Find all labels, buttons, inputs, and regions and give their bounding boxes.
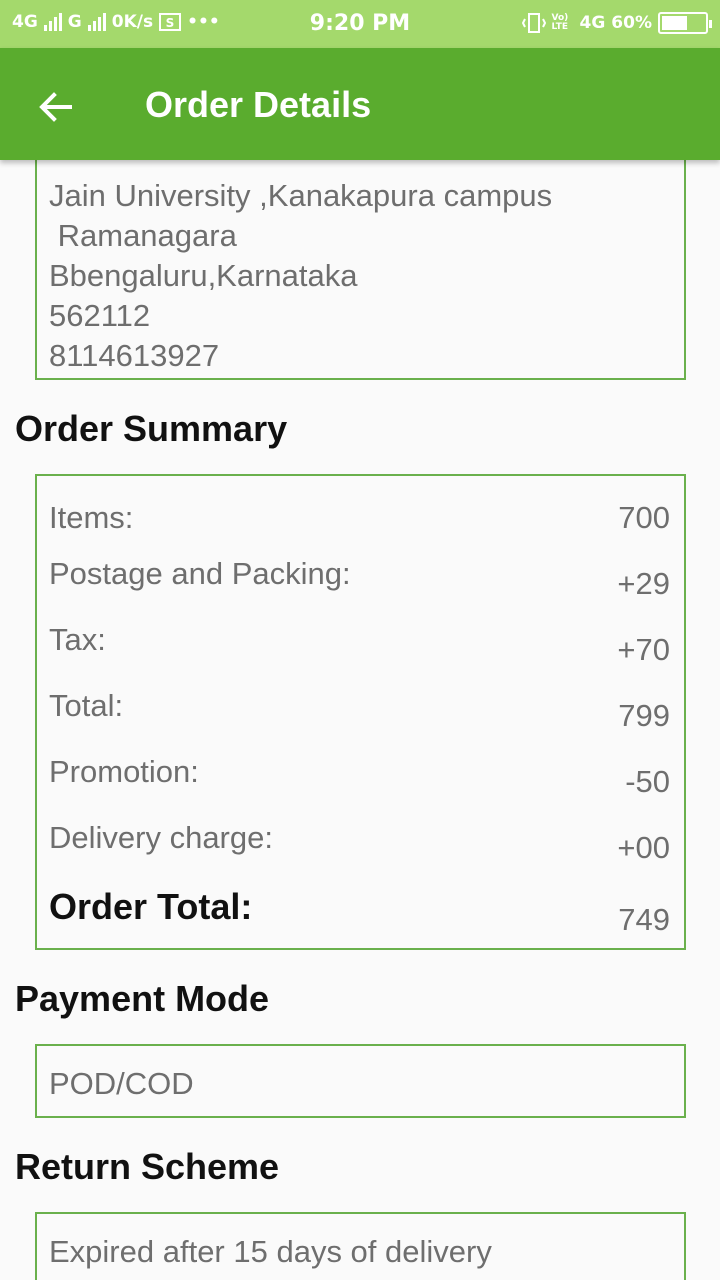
summary-label: Items: xyxy=(49,500,134,535)
battery-percent: 60% xyxy=(611,13,652,33)
app-bar: Order Details xyxy=(0,48,720,160)
address-box: Jain University ,Kanakapura campus Raman… xyxy=(35,160,686,380)
summary-value: 799 xyxy=(618,698,670,733)
back-arrow-icon xyxy=(39,92,72,122)
battery-level xyxy=(662,16,688,30)
address-line: 8114613927 xyxy=(49,338,220,373)
order-total-label: Order Total: xyxy=(49,886,253,927)
summary-label: Delivery charge: xyxy=(49,820,273,855)
return-scheme-box: Expired after 15 days of delivery xyxy=(35,1212,686,1280)
payment-mode-title: Payment Mode xyxy=(15,978,270,1019)
address-line: Bbengaluru,Karnataka xyxy=(49,258,358,293)
page-title: Order Details xyxy=(145,84,372,125)
payment-mode-box: POD/COD xyxy=(35,1044,686,1118)
volte-indicator: Vo) LTE xyxy=(551,13,569,32)
order-total-value: 749 xyxy=(618,902,670,937)
summary-value: +70 xyxy=(617,632,670,667)
status-right: Vo) LTE 4G 60% xyxy=(521,12,712,34)
return-scheme-title: Return Scheme xyxy=(15,1146,280,1187)
battery-icon xyxy=(658,12,712,34)
address-line: Ramanagara xyxy=(49,218,237,253)
payment-mode-value: POD/COD xyxy=(49,1066,194,1101)
summary-label: Total: xyxy=(49,688,124,723)
vibrate-icon xyxy=(521,13,546,33)
summary-value: -50 xyxy=(625,764,670,799)
order-details-content[interactable]: Jain University ,Kanakapura campus Raman… xyxy=(0,160,720,1280)
return-scheme-value: Expired after 15 days of delivery xyxy=(49,1234,492,1269)
order-summary-title: Order Summary xyxy=(15,408,288,449)
address-line: 562112 xyxy=(49,298,151,333)
summary-label: Postage and Packing: xyxy=(49,556,351,591)
summary-value: +29 xyxy=(617,566,670,601)
summary-label: Tax: xyxy=(49,622,106,657)
summary-value: +00 xyxy=(617,830,670,865)
summary-label: Promotion: xyxy=(49,754,199,789)
order-summary-box: Items: 700 Postage and Packing: +29 Tax:… xyxy=(35,474,686,950)
status-bar: 4G G 0K/s S ••• 9:20 PM Vo) LTE 4G 60% xyxy=(0,0,720,48)
address-line: Jain University ,Kanakapura campus xyxy=(49,178,553,213)
network-type-3: 4G xyxy=(579,13,606,33)
back-button[interactable] xyxy=(26,78,86,132)
summary-value: 700 xyxy=(618,500,670,535)
